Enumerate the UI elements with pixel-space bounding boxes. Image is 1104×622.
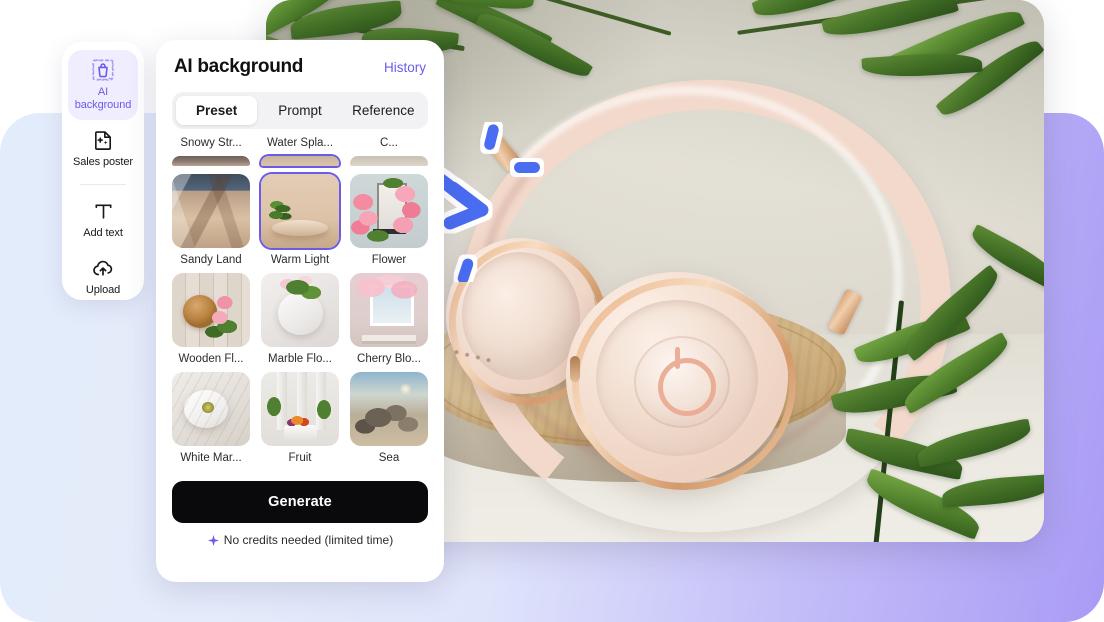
sidebar-item-add-text[interactable]: Add text — [68, 191, 138, 248]
cloud-upload-icon — [68, 255, 138, 281]
preset-cell-cherry-blossom[interactable]: Cherry Blo... — [350, 273, 428, 372]
preset-thumbnail[interactable] — [350, 273, 428, 347]
sidebar-item-label: AI background — [74, 86, 132, 111]
sidebar-item-upload[interactable]: Upload — [68, 248, 138, 305]
preset-thumbnail[interactable] — [261, 174, 339, 248]
ai-background-panel: AI background History Preset Prompt Refe… — [156, 40, 444, 582]
preset-cell-fruit[interactable]: Fruit — [261, 372, 339, 471]
thumb-sun — [399, 382, 411, 396]
preset-grid: Sandy Land Warm Light Flower Wooden Fl..… — [156, 174, 444, 471]
preset-thumbnail[interactable] — [172, 174, 250, 248]
generate-button[interactable]: Generate — [172, 481, 428, 523]
thumb-bar — [373, 228, 407, 234]
thumb-column — [315, 372, 326, 430]
preset-thumbnail[interactable] — [172, 156, 250, 166]
preset-cell[interactable]: Water Spla... — [261, 137, 339, 166]
preset-cell-sandy-land[interactable]: Sandy Land — [172, 174, 250, 273]
preset-label: Fruit — [288, 452, 312, 464]
generate-section: Generate No credits needed (limited time… — [156, 471, 444, 547]
preset-label: White Mar... — [180, 452, 242, 464]
thumb-column — [276, 372, 287, 430]
preset-cell-flower[interactable]: Flower — [350, 174, 428, 273]
preset-label: Water Spla... — [266, 137, 334, 149]
preset-thumbnail[interactable] — [261, 156, 339, 166]
preset-label: C... — [380, 137, 398, 149]
preset-thumbnail[interactable] — [350, 372, 428, 446]
preset-thumbnail[interactable] — [172, 372, 250, 446]
preset-thumbnail[interactable] — [261, 273, 339, 347]
preset-cell-white-marble[interactable]: White Mar... — [172, 372, 250, 471]
rail-divider — [80, 184, 126, 185]
bag-crop-icon — [68, 57, 138, 83]
preset-label: Marble Flo... — [268, 353, 332, 365]
thumb-plate — [184, 389, 229, 429]
preset-thumbnail[interactable] — [172, 273, 250, 347]
preset-label: Snowy Str... — [180, 137, 242, 149]
thumb-plant — [267, 194, 299, 226]
credits-note: No credits needed (limited time) — [172, 533, 428, 547]
preset-thumbnail[interactable] — [261, 372, 339, 446]
thumb-column — [296, 372, 307, 430]
preset-label: Cherry Blo... — [357, 353, 421, 365]
sparkle-icon — [207, 534, 219, 546]
headphone-port — [570, 356, 580, 382]
preset-cell-marble-floor[interactable]: Marble Flo... — [261, 273, 339, 372]
preset-thumbnail[interactable] — [350, 156, 428, 166]
sidebar-item-label: Upload — [85, 284, 121, 296]
sidebar-item-sales-poster[interactable]: Sales poster — [68, 120, 138, 177]
tab-prompt[interactable]: Prompt — [259, 96, 340, 125]
preset-cell[interactable]: C... — [350, 137, 428, 166]
tab-preset[interactable]: Preset — [176, 96, 258, 125]
credits-text: No credits needed (limited time) — [223, 533, 394, 547]
preset-label: Flower — [371, 254, 407, 266]
thumb-food — [201, 401, 215, 414]
tool-rail: AI background Sales poster Add text Uplo… — [62, 42, 144, 300]
thumb-table — [362, 335, 416, 342]
preset-cell[interactable]: Snowy Str... — [172, 137, 250, 166]
preset-grid-clipped-row: Snowy Str... Water Spla... C... — [156, 137, 444, 166]
thumb-plate — [278, 292, 324, 336]
sidebar-item-label: Sales poster — [73, 156, 133, 168]
preset-thumbnail[interactable] — [350, 174, 428, 248]
sidebar-item-label: Add text — [83, 227, 123, 239]
beats-logo-icon — [658, 347, 716, 416]
tab-bar: Preset Prompt Reference — [172, 92, 428, 129]
preset-label: Wooden Fl... — [178, 353, 244, 365]
sidebar-item-ai-background[interactable]: AI background — [68, 50, 138, 120]
tab-reference[interactable]: Reference — [343, 96, 424, 125]
thumb-podium — [284, 425, 318, 441]
preset-cell-wooden-floor[interactable]: Wooden Fl... — [172, 273, 250, 372]
preset-cell-warm-light[interactable]: Warm Light — [261, 174, 339, 273]
panel-header: AI background History — [156, 40, 444, 86]
history-link[interactable]: History — [384, 60, 426, 75]
page-title: AI background — [174, 56, 304, 77]
thumb-frame — [376, 182, 408, 233]
preset-cell-sea[interactable]: Sea — [350, 372, 428, 471]
thumb-window — [370, 284, 414, 327]
preset-label: Sea — [378, 452, 400, 464]
text-t-icon — [68, 198, 138, 224]
preset-label: Warm Light — [270, 254, 330, 266]
thumb-plate — [182, 295, 218, 328]
preset-label: Sandy Land — [180, 254, 242, 266]
poster-sparkle-icon — [68, 127, 138, 153]
